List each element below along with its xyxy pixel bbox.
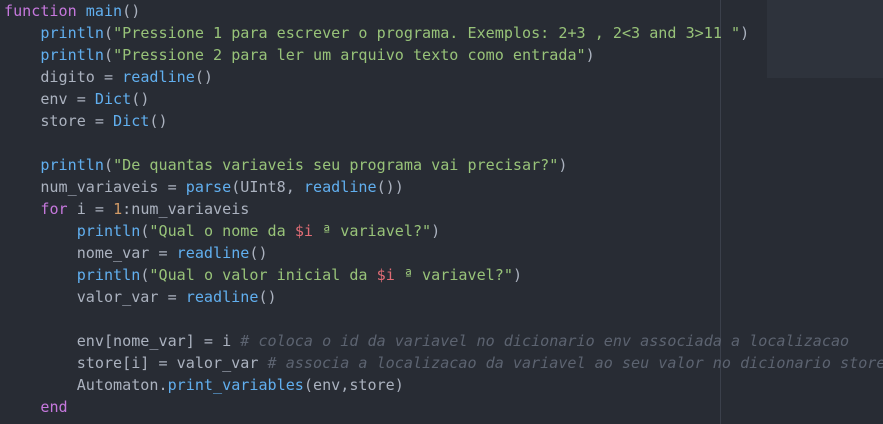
code-token-pl: (env,store) — [303, 376, 404, 394]
code-token-pl: ( — [103, 156, 114, 174]
code-token-pl: (UInt8, — [231, 178, 304, 196]
code-token-cm: # coloca o id da variavel no dicionario … — [240, 332, 850, 350]
code-token-fn: Dict — [94, 90, 132, 108]
code-line[interactable]: println("Qual o nome da $i ª variavel?") — [4, 220, 883, 242]
code-token-fn: println — [76, 222, 141, 240]
code-token-pl: ) — [558, 156, 568, 174]
code-token-pl: () — [122, 2, 141, 20]
code-token-fn: println — [76, 266, 141, 284]
code-line[interactable] — [4, 308, 883, 330]
code-token-pl: ) — [740, 24, 750, 42]
code-token-pl: ( — [103, 46, 114, 64]
code-token-pl: () — [131, 90, 150, 108]
code-token-str: "Pressione 2 para ler um arquivo texto c… — [113, 46, 586, 64]
code-line[interactable]: Automaton.print_variables(env,store) — [4, 374, 883, 396]
code-token-cm: # associa a localizacao da variavel ao s… — [267, 354, 883, 372]
code-line[interactable]: env[nome_var] = i # coloca o id da varia… — [4, 330, 883, 352]
code-line[interactable]: println("Pressione 1 para escrever o pro… — [4, 22, 883, 44]
code-token-pl: env[nome_var] = i — [4, 332, 241, 350]
code-token-pl: () — [149, 112, 168, 130]
code-token-pl: valor_var = — [4, 288, 186, 306]
code-token-pl: i = — [67, 200, 114, 218]
code-token-fn: readline — [185, 288, 259, 306]
code-line[interactable]: digito = readline() — [4, 66, 883, 88]
code-token-pl: ()) — [376, 178, 404, 196]
code-line[interactable]: function main() — [4, 0, 883, 22]
code-line[interactable]: end — [4, 396, 883, 418]
code-line[interactable]: println("Pressione 2 para ler um arquivo… — [4, 44, 883, 66]
code-token-pl: () — [258, 288, 277, 306]
code-token-pl: ) — [512, 266, 523, 284]
code-token-pl: ) — [585, 46, 595, 64]
code-token-kw: function — [4, 2, 77, 20]
code-token-str: "Qual o valor inicial da — [149, 266, 377, 284]
code-line[interactable]: num_variaveis = parse(UInt8, readline()) — [4, 176, 883, 198]
code-line[interactable]: println("De quantas variaveis seu progra… — [4, 154, 883, 176]
code-token-fn: parse — [185, 178, 232, 196]
code-token-str: "De quantas variaveis seu programa vai p… — [113, 156, 559, 174]
code-line[interactable]: nome_var = readline() — [4, 242, 883, 264]
code-token-pl: num_variaveis = — [4, 178, 186, 196]
code-token-ip: $i — [294, 222, 314, 240]
code-token-pl: () — [249, 244, 268, 262]
code-token-kw: end — [40, 398, 68, 416]
code-line[interactable]: store = Dict() — [4, 110, 883, 132]
code-token-pl: ) — [431, 222, 441, 240]
code-token-fn: println — [40, 156, 104, 174]
code-line[interactable]: println("Qual o valor inicial da $i ª va… — [4, 264, 883, 286]
code-token-ip: $i — [376, 266, 395, 284]
code-token-str: "Qual o nome da — [149, 222, 295, 240]
code-token-fn: println — [40, 24, 104, 42]
code-token-fn: readline — [303, 178, 377, 196]
code-token-str: "Pressione 1 para escrever o programa. E… — [113, 24, 741, 42]
code-line[interactable]: env = Dict() — [4, 88, 883, 110]
code-token-fn: Dict — [113, 112, 150, 130]
code-token-num: 1 — [113, 200, 123, 218]
code-token-fn: println — [40, 46, 104, 64]
code-token-fn: readline — [122, 68, 195, 86]
code-token-fn: print_variables — [167, 376, 304, 394]
code-token-pl: () — [194, 68, 214, 86]
code-token-pl: nome_var = — [4, 244, 177, 262]
code-token-pl: store = — [4, 112, 114, 130]
code-line[interactable]: valor_var = readline() — [4, 286, 883, 308]
code-line[interactable] — [4, 132, 883, 154]
code-token-pl: Automaton. — [4, 376, 168, 394]
code-token-str: ª variavel?" — [394, 266, 513, 284]
code-token-fn: readline — [176, 244, 250, 262]
code-token-pl: :num_variaveis — [122, 200, 250, 218]
code-token-str: ª variavel?" — [313, 222, 432, 240]
code-token-kw: for — [40, 200, 68, 218]
code-token-fn: main — [85, 2, 123, 20]
code-token-pl: env = — [4, 90, 95, 108]
code-line[interactable]: for i = 1:num_variaveis — [4, 198, 883, 220]
code-token-pl: ( — [103, 24, 114, 42]
code-line[interactable]: store[i] = valor_var # associa a localiz… — [4, 352, 883, 374]
code-token-pl: digito = — [4, 68, 123, 86]
code-editor[interactable]: function main() println("Pressione 1 par… — [0, 0, 883, 424]
code-token-pl: store[i] = valor_var — [4, 354, 268, 372]
code-area[interactable]: function main() println("Pressione 1 par… — [4, 0, 883, 418]
